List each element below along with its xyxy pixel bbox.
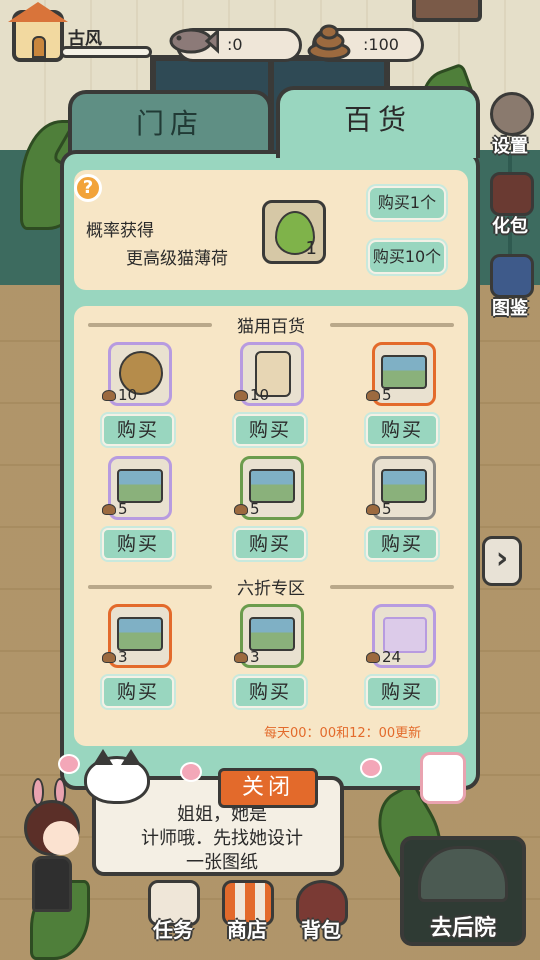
top-hud: 古风 :0 :100 [0, 0, 540, 80]
promo-line2: 更高级猫薄荷 [126, 249, 228, 269]
paw-icon [58, 754, 80, 774]
buy-button[interactable]: 购买 [366, 528, 438, 560]
ticket-icon [249, 469, 295, 503]
poop-count: :100 [363, 35, 399, 54]
item-price: 5 [366, 386, 392, 404]
ticket-icon [381, 469, 427, 503]
item-price: 5 [234, 500, 260, 518]
buy-button[interactable]: 购买 [234, 414, 306, 446]
book-icon [490, 254, 534, 298]
buy-button[interactable]: 购买 [102, 528, 174, 560]
bottle-icon[interactable] [420, 752, 466, 804]
poop-icon [307, 24, 351, 61]
fish-icon [169, 28, 219, 54]
buy-button[interactable]: 购买 [102, 676, 174, 708]
item-price: 5 [366, 500, 392, 518]
poop-icon [102, 504, 116, 515]
tasks-label: 任务 [153, 918, 193, 942]
tab-goods[interactable]: 百货 [276, 86, 480, 158]
poop-icon [102, 652, 116, 663]
house-icon[interactable] [8, 2, 68, 62]
go-to-yard-button[interactable]: 去后院 [400, 836, 526, 946]
tab-store[interactable]: 门店 [68, 90, 272, 156]
shop-item: 10 购买 [232, 342, 312, 454]
shop-item: 10 购买 [100, 342, 180, 454]
item-price: 3 [234, 648, 260, 666]
buy-1-button[interactable]: 购买1个 [368, 186, 446, 220]
buy-10-button[interactable]: 购买10个 [368, 240, 446, 274]
tasks-button[interactable]: 任务 [142, 880, 204, 942]
fish-count: :0 [227, 35, 243, 54]
catnip-count: 1 [305, 238, 317, 259]
ticket-icon [381, 355, 427, 389]
shop-item: 5 购买 [232, 456, 312, 568]
goods-list: 猫用百货 10 购买 10 购买 5 购买 5 购买 5 购买 5 购买 六折专… [74, 306, 468, 746]
item-price: 10 [234, 386, 269, 404]
shop-label: 商店 [227, 918, 267, 942]
dialog-line: 一张图纸 [186, 852, 258, 873]
backpack-button[interactable]: 化包 [480, 172, 540, 238]
poop-icon [234, 504, 248, 515]
item-price: 5 [102, 500, 128, 518]
buy-button[interactable]: 购买 [366, 414, 438, 446]
gear-icon [490, 92, 534, 136]
section-cat-goods: 猫用百货 [74, 312, 468, 337]
refresh-note: 每天00：00和12：00更新 [264, 726, 422, 741]
poop-icon [102, 390, 116, 401]
ticket-icon [117, 617, 163, 651]
section-discount: 六折专区 [74, 574, 468, 599]
close-button[interactable]: 关闭 [218, 768, 318, 808]
item-price: 24 [366, 648, 401, 666]
yard-label: 去后院 [429, 916, 496, 941]
collection-label: 图鉴 [492, 298, 528, 319]
bag-button[interactable]: 背包 [290, 880, 352, 942]
collection-button[interactable]: 图鉴 [480, 254, 540, 320]
shop-item: 5 购买 [364, 456, 444, 568]
buy-button[interactable]: 购买 [366, 676, 438, 708]
chevron-right-icon: › [495, 541, 509, 576]
paw-icon [360, 758, 382, 778]
settings-button[interactable]: 设置 [480, 92, 540, 158]
poop-icon [366, 652, 380, 663]
poop-icon [234, 390, 248, 401]
paw-icon [180, 762, 202, 782]
cat-mascot-icon [84, 749, 150, 804]
name-bar [60, 46, 152, 58]
house-icon [418, 846, 508, 902]
shop-button[interactable]: 商店 [216, 880, 278, 942]
poop-currency: :100 [307, 24, 424, 62]
poop-icon [366, 390, 380, 401]
next-arrow-button[interactable]: › [482, 536, 522, 586]
settings-label: 设置 [492, 136, 528, 157]
question-icon[interactable]: ? [74, 174, 102, 202]
shop-item: 5 购买 [364, 342, 444, 454]
fish-currency: :0 [169, 28, 302, 62]
discount-item: 3 购买 [232, 604, 312, 716]
backpack-icon [490, 172, 534, 216]
item-price: 3 [102, 648, 128, 666]
bag-label: 背包 [301, 918, 341, 942]
buy-button[interactable]: 购买 [234, 676, 306, 708]
discount-item: 3 购买 [100, 604, 180, 716]
character-girl [18, 778, 88, 940]
ticket-icon [117, 469, 163, 503]
poop-icon [234, 652, 248, 663]
buy-button[interactable]: 购买 [234, 528, 306, 560]
catnip-promo: ? 概率获得 更高级猫薄荷 1 购买1个 购买10个 [74, 170, 468, 290]
discount-item: 24 购买 [364, 604, 444, 716]
backpack-label: 化包 [492, 216, 528, 237]
catnip-item: 1 [262, 200, 326, 264]
item-price: 10 [102, 386, 137, 404]
ticket-icon [249, 617, 295, 651]
shop-item: 5 购买 [100, 456, 180, 568]
promo-line1: 概率获得 [86, 221, 154, 241]
dialog-line: 计师哦．先找她设计 [141, 828, 303, 849]
poop-icon [366, 504, 380, 515]
buy-button[interactable]: 购买 [102, 414, 174, 446]
